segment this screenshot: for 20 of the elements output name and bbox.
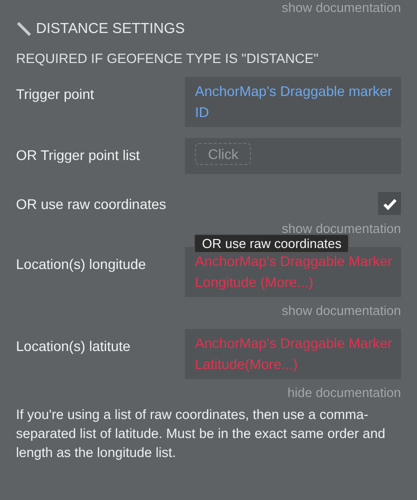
field-label: OR use raw coordinates [16,196,166,212]
documentation-link[interactable]: show documentation [16,303,401,318]
documentation-link[interactable]: show documentation [16,221,401,236]
checkmark-icon [382,198,396,210]
expression-field[interactable]: AnchorMap's Draggable Marker Longitude (More...) [185,247,401,297]
field-label: Location(s) latitute [16,337,130,354]
tooltip: OR use raw coordinates [194,234,350,253]
documentation-text: If you're using a list of raw coordinates, then use a comma-separated list of latitude. Must be in the exact same order and length as the longitude list. [16,406,386,462]
documentation-link[interactable]: show documentation [16,0,401,15]
expression-field[interactable]: AnchorMap's Draggable Marker Latitude(More...) [185,329,401,379]
section-title: DISTANCE SETTINGS [36,21,185,37]
ruler-icon [16,21,32,37]
field-label: Location(s) longitude [16,255,146,272]
section-subtitle: REQUIRED IF GEOFENCE TYPE IS "DISTANCE" [16,51,320,66]
documentation-link[interactable]: hide documentation [16,385,401,400]
click-button[interactable]: Click [195,143,252,165]
checkbox[interactable] [378,192,401,215]
field-label: Trigger point [16,85,94,102]
expression-field[interactable]: AnchorMap's Draggable marker ID [185,77,401,127]
field-label: OR Trigger point list [16,146,140,163]
